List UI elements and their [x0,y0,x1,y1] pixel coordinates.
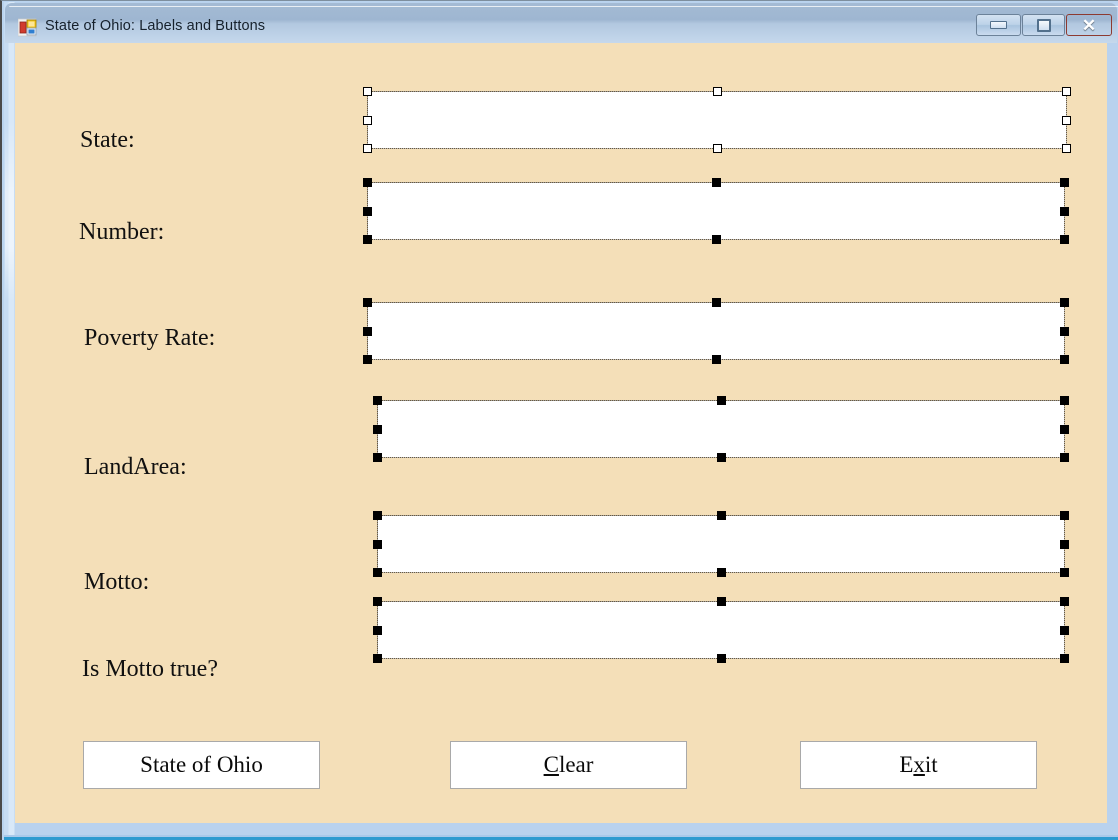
window-title: State of Ohio: Labels and Buttons [45,18,266,34]
minimize-button[interactable] [976,14,1021,36]
label-state: State: [80,127,135,153]
textbox-poverty-rate-input[interactable] [367,302,1065,360]
resize-handle-top-left[interactable] [363,87,372,96]
resize-handle-middle-left[interactable] [373,424,382,434]
resize-handle-bottom-center[interactable] [711,235,721,244]
label-number: Number: [79,219,165,245]
label-is-motto-true: Is Motto true? [82,656,218,682]
textbox-is-motto-true[interactable] [373,597,1069,663]
resize-handle-middle-left[interactable] [373,625,382,635]
textbox-is-motto-true-input[interactable] [377,601,1065,659]
clear-accel-char: C [543,752,559,777]
resize-handle-top-right[interactable] [1060,597,1069,606]
resize-handle-bottom-left[interactable] [373,654,382,663]
textbox-number[interactable] [363,178,1069,244]
textbox-land-area-input[interactable] [377,400,1065,458]
resize-handle-top-center[interactable] [711,178,721,187]
resize-handle-bottom-left[interactable] [373,568,382,577]
resize-handle-bottom-right[interactable] [1062,144,1071,153]
resize-handle-middle-left[interactable] [363,115,372,125]
resize-handle-top-right[interactable] [1060,396,1069,405]
resize-handle-middle-left[interactable] [373,539,382,549]
maximize-button[interactable] [1022,14,1065,36]
title-bar-highlight [9,6,1118,7]
resize-handle-bottom-left[interactable] [363,355,372,364]
exit-accel-char: x [913,752,925,777]
resize-handle-bottom-right[interactable] [1060,355,1069,364]
resize-handle-bottom-center[interactable] [711,355,721,364]
resize-handle-middle-right[interactable] [1062,115,1071,125]
state-of-ohio-button[interactable]: State of Ohio [83,741,320,789]
textbox-poverty-rate[interactable] [363,298,1069,364]
textbox-motto[interactable] [373,511,1069,577]
exit-button-label: Exit [899,752,937,778]
resize-handle-middle-right[interactable] [1060,424,1069,434]
textbox-state[interactable] [363,87,1071,153]
resize-handle-top-right[interactable] [1062,87,1071,96]
resize-handle-top-left[interactable] [373,597,382,606]
resize-handle-top-center[interactable] [716,597,726,606]
resize-handle-bottom-center[interactable] [716,654,726,663]
close-button[interactable]: ✕ [1066,14,1112,36]
clear-button[interactable]: Clear [450,741,687,789]
title-bar[interactable]: State of Ohio: Labels and Buttons ✕ [5,3,1118,43]
state-of-ohio-button-label: State of Ohio [140,752,263,777]
maximize-icon [1036,18,1051,32]
label-land-area: LandArea: [84,454,187,480]
label-poverty-rate: Poverty Rate: [84,325,216,351]
resize-handle-top-right[interactable] [1060,298,1069,307]
exit-label-rest: it [924,752,938,777]
resize-handle-top-center[interactable] [716,396,726,405]
minimize-icon [990,21,1007,29]
resize-handle-middle-right[interactable] [1060,326,1069,336]
textbox-number-input[interactable] [367,182,1065,240]
resize-handle-bottom-center[interactable] [712,144,722,153]
resize-handle-top-left[interactable] [373,396,382,405]
resize-handle-bottom-right[interactable] [1060,654,1069,663]
resize-handle-bottom-right[interactable] [1060,568,1069,577]
textbox-land-area[interactable] [373,396,1069,462]
resize-handle-top-center[interactable] [711,298,721,307]
resize-handle-top-left[interactable] [363,178,372,187]
resize-handle-middle-right[interactable] [1060,539,1069,549]
resize-handle-bottom-center[interactable] [716,568,726,577]
resize-handle-top-left[interactable] [363,298,372,307]
application-window: State of Ohio: Labels and Buttons ✕ Stat… [0,0,1118,840]
resize-handle-top-center[interactable] [716,511,726,520]
resize-handle-middle-left[interactable] [363,206,372,216]
resize-handle-top-left[interactable] [373,511,382,520]
close-icon: ✕ [1081,15,1097,35]
resize-handle-middle-right[interactable] [1060,625,1069,635]
resize-handle-bottom-right[interactable] [1060,453,1069,462]
textbox-motto-input[interactable] [377,515,1065,573]
resize-handle-middle-left[interactable] [363,326,372,336]
resize-handle-top-right[interactable] [1060,178,1069,187]
textbox-state-input[interactable] [367,91,1067,149]
exit-button[interactable]: Exit [800,741,1037,789]
clear-label-rest: lear [558,752,594,777]
resize-handle-bottom-left[interactable] [363,235,372,244]
vb-form-icon [18,18,37,37]
resize-handle-top-right[interactable] [1060,511,1069,520]
exit-label-start: E [899,752,914,777]
resize-handle-bottom-center[interactable] [716,453,726,462]
resize-handle-bottom-left[interactable] [373,453,382,462]
resize-handle-bottom-right[interactable] [1060,235,1069,244]
resize-handle-bottom-left[interactable] [363,144,372,153]
resize-handle-middle-right[interactable] [1060,206,1069,216]
form-client-area: State: Number: Poverty Rate: LandArea: M… [15,43,1107,823]
label-motto: Motto: [84,569,150,595]
window-frame-highlight [5,121,14,301]
clear-button-label: Clear [544,752,594,778]
resize-handle-top-center[interactable] [712,87,722,96]
